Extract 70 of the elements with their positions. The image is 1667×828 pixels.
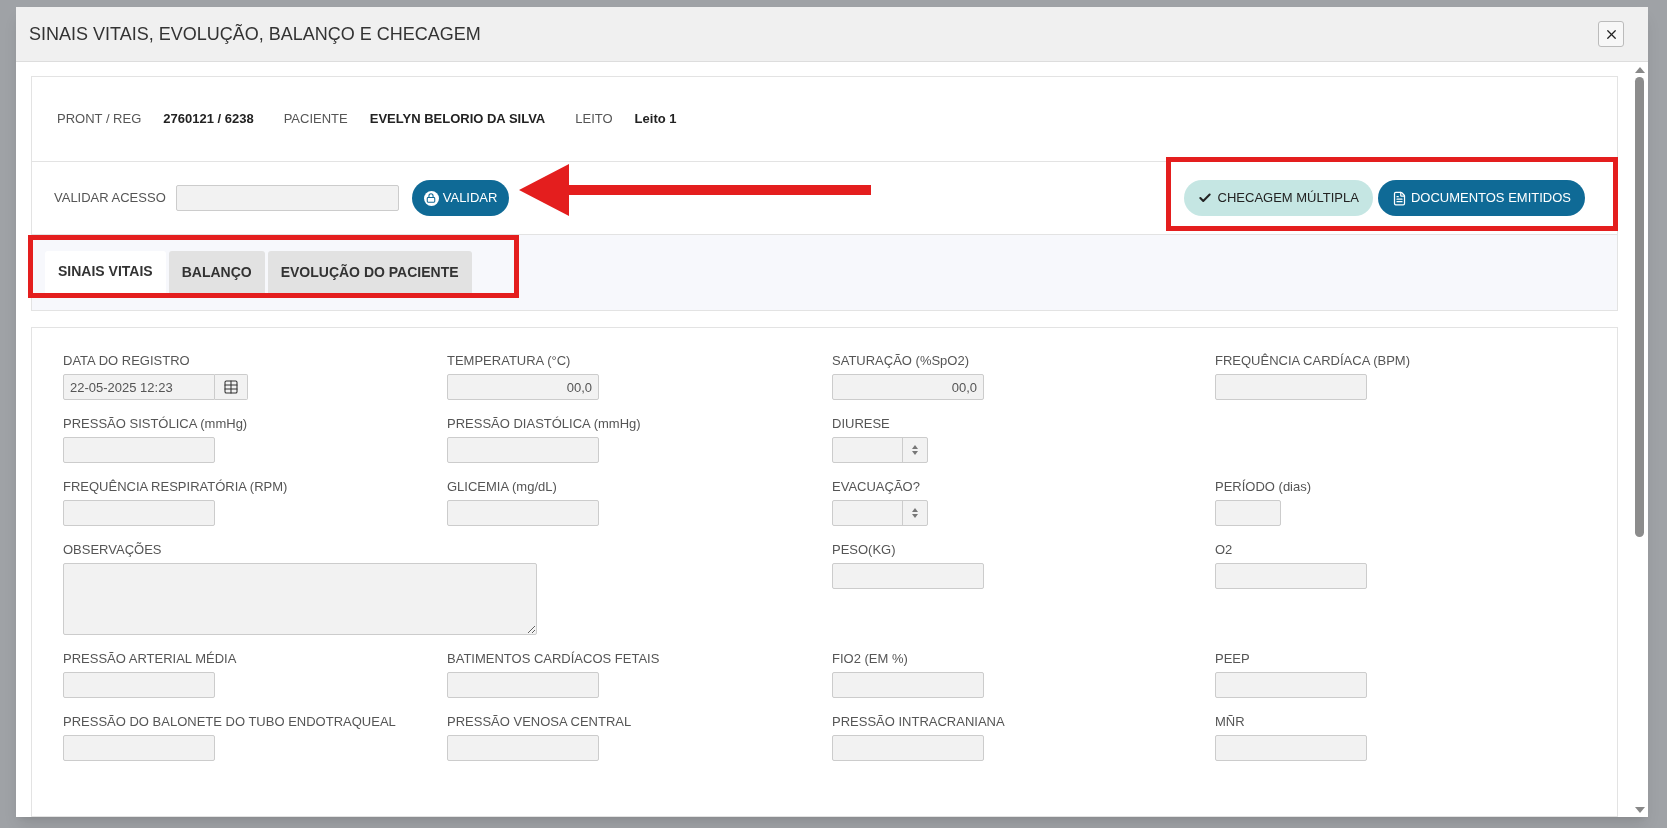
scroll-up-icon	[1634, 67, 1645, 73]
observations-field[interactable]	[63, 563, 537, 635]
input-field[interactable]	[1215, 374, 1367, 400]
field-label: PRESSÃO DO BALONETE DO TUBO ENDOTRAQUEAL	[63, 713, 396, 730]
input-field[interactable]	[447, 437, 599, 463]
spinner-icon	[912, 445, 918, 455]
input-field[interactable]	[832, 563, 984, 589]
input-field[interactable]	[1215, 563, 1367, 589]
field-label: PERÍODO (dias)	[1215, 478, 1312, 495]
select-field[interactable]	[832, 437, 928, 463]
field-label: OBSERVAÇÕES	[63, 541, 162, 558]
scroll-down-icon	[1634, 807, 1645, 813]
input-field[interactable]: 00,0	[447, 374, 599, 400]
scrollbar-thumb[interactable]	[1635, 77, 1644, 537]
field-label: FREQUÊNCIA CARDÍACA (BPM)	[1215, 352, 1411, 369]
tab[interactable]: BALANÇO	[168, 250, 265, 295]
input-field[interactable]	[63, 500, 215, 526]
field-label: PRESSÃO VENOSA CENTRAL	[447, 713, 632, 730]
input-field[interactable]	[1215, 735, 1367, 761]
field-label: EVACUAÇÃO?	[832, 478, 920, 495]
input-field[interactable]	[1215, 500, 1281, 526]
multiple-check-button[interactable]: CHECAGEM MÚLTIPLA	[1183, 180, 1373, 216]
document-icon	[1391, 190, 1407, 206]
date-input[interactable]: 22-05-2025 12:23	[63, 374, 215, 400]
field-label: O2	[1215, 541, 1233, 558]
field-label: DIURESE	[832, 415, 890, 432]
field-label: GLICEMIA (mg/dL)	[447, 478, 557, 495]
tab[interactable]: EVOLUÇÃO DO PACIENTE	[267, 250, 472, 295]
field-label: MÑR	[1215, 713, 1245, 730]
input-field[interactable]: 00,0	[832, 374, 984, 400]
field-label: PRESSÃO DIASTÓLICA (mmHg)	[447, 415, 641, 432]
field-label: DATA DO REGISTRO	[63, 352, 190, 369]
dialog-title: SINAIS VITAIS, EVOLUÇÃO, BALANÇO E CHECAGEM	[29, 22, 481, 46]
lock-icon	[423, 190, 439, 206]
calendar-button[interactable]	[215, 374, 248, 400]
field-label: TEMPERATURA (°C)	[447, 352, 571, 369]
field-label: PRESSÃO INTRACRANIANA	[832, 713, 1005, 730]
input-field[interactable]	[63, 672, 215, 698]
tab[interactable]: SINAIS VITAIS	[45, 250, 166, 295]
input-field[interactable]	[63, 735, 215, 761]
validate-button[interactable]: VALIDAR	[411, 180, 510, 216]
info-label: PACIENTE	[283, 110, 348, 129]
access-label: VALIDAR ACESSO	[54, 189, 166, 208]
input-field[interactable]	[832, 735, 984, 761]
info-value: 2760121 / 6238	[163, 110, 254, 129]
select-field[interactable]	[832, 500, 928, 526]
field-label: SATURAÇÃO (%SpO2)	[832, 352, 969, 369]
input-field[interactable]	[447, 672, 599, 698]
input-field[interactable]	[447, 735, 599, 761]
field-label: PRESSÃO SISTÓLICA (mmHg)	[63, 415, 248, 432]
info-label: LEITO	[575, 110, 613, 129]
input-field[interactable]	[1215, 672, 1367, 698]
field-label: PRESSÃO ARTERIAL MÉDIA	[63, 650, 237, 667]
field-label: FIO2 (EM %)	[832, 650, 908, 667]
documents-button[interactable]: DOCUMENTOS EMITIDOS	[1377, 180, 1585, 216]
field-label: BATIMENTOS CARDÍACOS FETAIS	[447, 650, 660, 667]
field-label: FREQUÊNCIA RESPIRATÓRIA (RPM)	[63, 478, 288, 495]
info-label: PRONT / REG	[57, 110, 142, 129]
info-value: Leito 1	[634, 110, 677, 129]
field-label: PESO(KG)	[832, 541, 896, 558]
close-button[interactable]	[1598, 21, 1624, 47]
input-field[interactable]	[63, 437, 215, 463]
calendar-icon	[223, 379, 239, 395]
access-input[interactable]	[175, 185, 399, 211]
input-field[interactable]	[832, 672, 984, 698]
info-value: EVELYN BELORIO DA SILVA	[369, 110, 546, 129]
spinner-icon	[912, 508, 918, 518]
field-label: PEEP	[1215, 650, 1250, 667]
check-icon	[1197, 191, 1212, 205]
input-field[interactable]	[447, 500, 599, 526]
